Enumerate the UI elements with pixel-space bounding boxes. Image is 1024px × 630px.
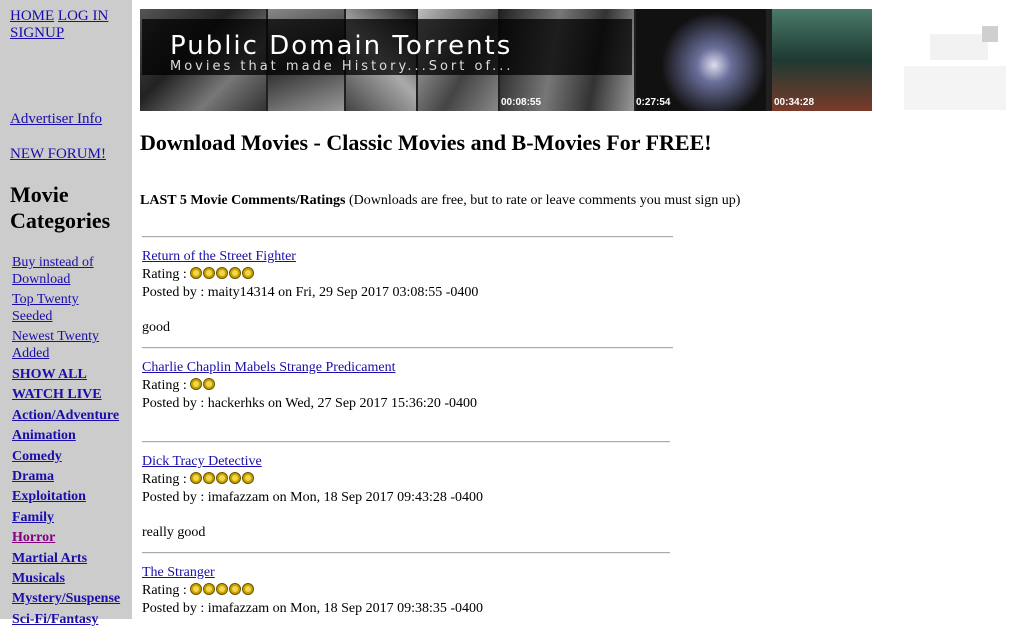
comment-posted-by: Posted by : hackerhks on Wed, 27 Sep 201… (142, 396, 477, 411)
comment-movie-link[interactable]: Return of the Street Fighter (142, 249, 296, 265)
rating-stars (190, 472, 255, 487)
star-icon (229, 267, 242, 279)
banner-title: Public Domain Torrents (170, 31, 513, 61)
divider (142, 441, 670, 443)
star-icon (242, 267, 255, 279)
category-show-all[interactable]: SHOW ALL (12, 365, 132, 385)
comment-text: good (142, 320, 170, 335)
category-newest-twenty[interactable]: Newest Twenty Added (12, 328, 112, 362)
advertiser-info-link[interactable]: Advertiser Info (10, 111, 102, 128)
rating-label: Rating : (142, 472, 187, 487)
category-horror[interactable]: Horror (12, 528, 132, 548)
timecode: 0:27:54 (636, 97, 671, 108)
star-icon (216, 583, 229, 595)
faded-logo-image (904, 26, 1006, 110)
rating-label: Rating : (142, 378, 187, 393)
comment-movie-link[interactable]: The Stranger (142, 565, 215, 581)
star-icon (203, 378, 216, 390)
banner-subtitle: Movies that made History...Sort of... (170, 59, 514, 74)
timecode: 00:08:55 (501, 97, 542, 108)
category-buy-instead[interactable]: Buy instead of Download (12, 254, 94, 288)
comment-text: really good (142, 525, 206, 540)
comment-movie-link[interactable]: Dick Tracy Detective (142, 454, 262, 470)
category-watch-live[interactable]: WATCH LIVE (12, 385, 132, 405)
divider (142, 236, 673, 238)
film-still (636, 9, 766, 111)
divider (142, 552, 670, 554)
star-icon (190, 472, 203, 484)
star-icon (229, 472, 242, 484)
new-forum-link[interactable]: NEW FORUM! (10, 146, 106, 163)
category-list: Buy instead of Download Top Twenty Seede… (12, 254, 132, 630)
category-drama[interactable]: Drama (12, 467, 132, 487)
comments-intro-note: (Downloads are free, but to rate or leav… (345, 193, 741, 208)
category-martial-arts[interactable]: Martial Arts (12, 549, 132, 569)
category-comedy[interactable]: Comedy (12, 447, 132, 467)
star-icon (203, 583, 216, 595)
rating-row: Rating : (142, 583, 255, 599)
star-icon (203, 472, 216, 484)
category-mystery-suspense[interactable]: Mystery/Suspense (12, 589, 132, 609)
timecode: 00:34:28 (774, 97, 815, 108)
comment-movie-link[interactable]: Charlie Chaplin Mabels Strange Predicame… (142, 360, 396, 376)
banner-title-box: Public Domain Torrents Movies that made … (142, 19, 632, 75)
star-icon (190, 583, 203, 595)
divider (142, 347, 673, 349)
category-exploitation[interactable]: Exploitation (12, 487, 132, 507)
star-icon (229, 583, 242, 595)
page-heading: Download Movies - Classic Movies and B-M… (140, 130, 712, 155)
comment-posted-by: Posted by : imafazzam on Mon, 18 Sep 201… (142, 601, 484, 616)
category-top-twenty[interactable]: Top Twenty Seeded (12, 291, 94, 325)
categories-heading: Movie Categories (10, 182, 111, 233)
home-link[interactable]: HOME (10, 8, 54, 24)
comment-posted-by: Posted by : maity14314 on Fri, 29 Sep 20… (142, 285, 479, 300)
rating-stars (190, 267, 255, 282)
rating-label: Rating : (142, 267, 187, 282)
rating-stars (190, 378, 216, 393)
comment-posted-by: Posted by : imafazzam on Mon, 18 Sep 201… (142, 490, 484, 505)
film-still (772, 9, 872, 111)
category-action-adventure[interactable]: Action/Adventure (12, 406, 132, 426)
rating-row: Rating : (142, 267, 255, 283)
category-sci-fi-fantasy[interactable]: Sci-Fi/Fantasy (12, 610, 132, 630)
site-banner[interactable]: Public Domain Torrents Movies that made … (140, 9, 872, 111)
star-icon (216, 472, 229, 484)
category-family[interactable]: Family (12, 508, 132, 528)
star-icon (190, 378, 203, 390)
category-musicals[interactable]: Musicals (12, 569, 132, 589)
comments-intro-title: LAST 5 Movie Comments/Ratings (140, 193, 346, 208)
rating-row: Rating : (142, 472, 255, 488)
rating-stars (190, 583, 255, 598)
comments-intro: LAST 5 Movie Comments/Ratings (Downloads… (140, 193, 740, 209)
star-icon (190, 267, 203, 279)
star-icon (203, 267, 216, 279)
category-animation[interactable]: Animation (12, 426, 132, 446)
sidebar: HOME LOG IN SIGNUP Advertiser Info NEW F… (0, 0, 132, 627)
top-nav: HOME LOG IN SIGNUP (10, 8, 108, 42)
rating-label: Rating : (142, 583, 187, 598)
star-icon (242, 583, 255, 595)
star-icon (242, 472, 255, 484)
rating-row: Rating : (142, 378, 216, 394)
signup-link[interactable]: SIGNUP (10, 25, 64, 41)
star-icon (216, 267, 229, 279)
login-link[interactable]: LOG IN (58, 8, 108, 24)
